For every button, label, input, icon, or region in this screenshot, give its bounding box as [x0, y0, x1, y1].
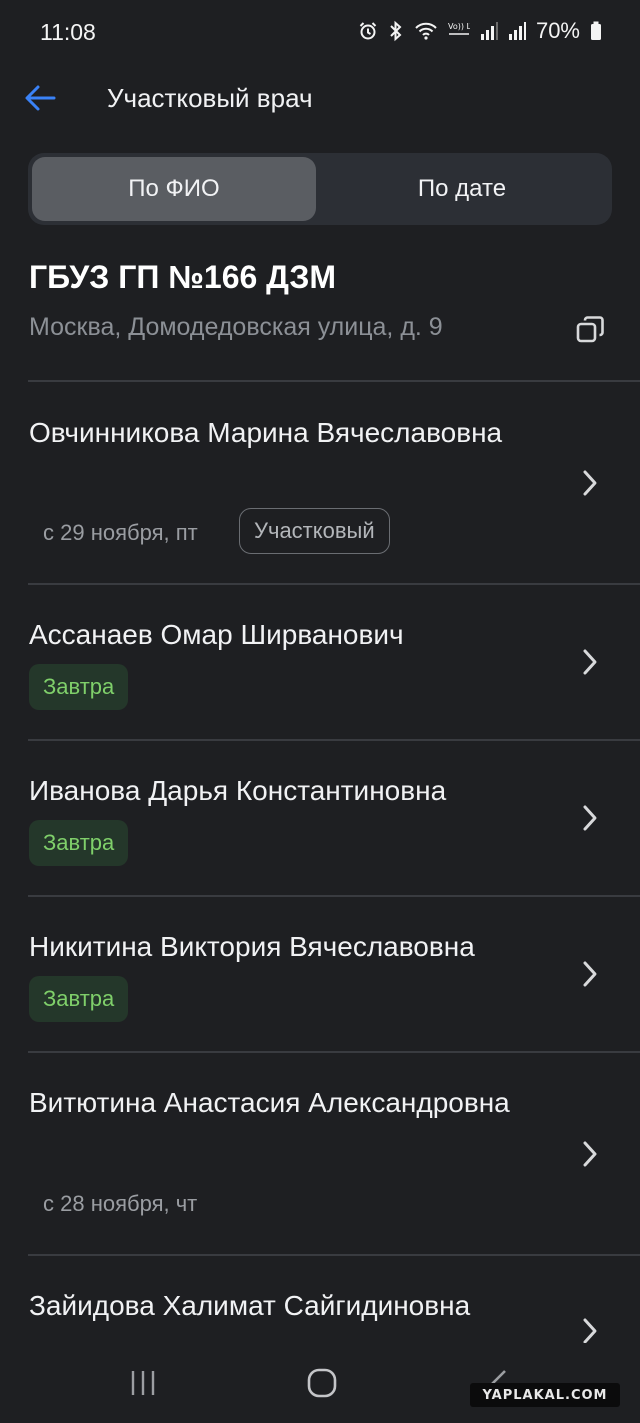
- signal-icon: [480, 21, 498, 41]
- wifi-icon: [414, 21, 438, 41]
- recent-apps-icon: [131, 1371, 155, 1395]
- arrow-left-icon: [25, 85, 56, 111]
- chevron-right-icon: [575, 803, 605, 833]
- doctor-row[interactable]: Зайидова Халимат Сайгидиновна: [0, 1256, 640, 1346]
- role-tag: Участковый: [239, 508, 390, 554]
- alarm-icon: [358, 21, 378, 41]
- battery-percent: 70%: [535, 18, 580, 43]
- doctor-row[interactable]: Овчинникова Марина Вячеславовна с 29 ноя…: [0, 382, 640, 584]
- doctor-name: Витютина Анастасия Александровна: [29, 1087, 510, 1118]
- doctor-date: с 28 ноября, чт: [43, 1191, 198, 1216]
- status-time: 11:08: [40, 19, 96, 45]
- page-title: Участковый врач: [107, 83, 313, 113]
- bluetooth-icon: [388, 20, 404, 42]
- clinic-name: ГБУЗ ГП №166 ДЗМ: [29, 259, 337, 295]
- clinic-address: Москва, Домодедовская улица, д. 9: [29, 313, 443, 341]
- chevron-right-icon: [575, 959, 605, 989]
- doctor-row[interactable]: Никитина Виктория Вячеславовна Завтра: [0, 897, 640, 1052]
- back-button[interactable]: [20, 78, 60, 118]
- battery-icon: [590, 21, 602, 41]
- chevron-right-icon: [575, 1316, 605, 1346]
- chevron-right-icon: [575, 647, 605, 677]
- status-icons: Vo)) LTE1 70%: [358, 18, 602, 44]
- doctor-row[interactable]: Иванова Дарья Константиновна Завтра: [0, 741, 640, 896]
- tab-by-name[interactable]: По ФИО: [32, 157, 316, 221]
- availability-badge: Завтра: [29, 820, 129, 866]
- doctor-name: Никитина Виктория Вячеславовна: [29, 931, 475, 962]
- volte-icon: Vo)) LTE1: [448, 20, 470, 42]
- doctor-row[interactable]: Витютина Анастасия Александровна с 28 но…: [0, 1053, 640, 1254]
- search-mode-segmented-control: По ФИО По дате: [28, 153, 612, 225]
- watermark: YAPLAKAL.COM: [470, 1383, 620, 1407]
- chevron-right-icon: [575, 1139, 605, 1169]
- doctor-name: Овчинникова Марина Вячеславовна: [29, 417, 503, 448]
- signal-icon: [508, 21, 526, 41]
- tab-by-date[interactable]: По дате: [316, 157, 608, 221]
- screen: 11:08 Vo)) LTE1 70%: [0, 0, 640, 1423]
- doctor-date: с 29 ноября, пт: [43, 520, 198, 545]
- availability-badge: Завтра: [29, 664, 129, 710]
- status-bar: 11:08 Vo)) LTE1 70%: [0, 0, 640, 64]
- chevron-right-icon: [575, 468, 605, 498]
- volte-label: Vo)) LTE1: [448, 22, 470, 31]
- app-bar: Участковый врач: [0, 64, 640, 132]
- doctor-name: Зайидова Халимат Сайгидиновна: [29, 1290, 471, 1321]
- availability-badge: Завтра: [29, 976, 129, 1022]
- doctor-name: Ассанаев Омар Ширванович: [29, 619, 404, 650]
- doctor-name: Иванова Дарья Константиновна: [29, 775, 447, 806]
- home-icon: [307, 1368, 337, 1398]
- recent-apps-button[interactable]: [121, 1361, 165, 1405]
- copy-icon: [576, 316, 604, 343]
- doctor-row[interactable]: Ассанаев Омар Ширванович Завтра: [0, 585, 640, 740]
- copy-address-button[interactable]: [570, 310, 610, 350]
- home-button[interactable]: [300, 1361, 344, 1405]
